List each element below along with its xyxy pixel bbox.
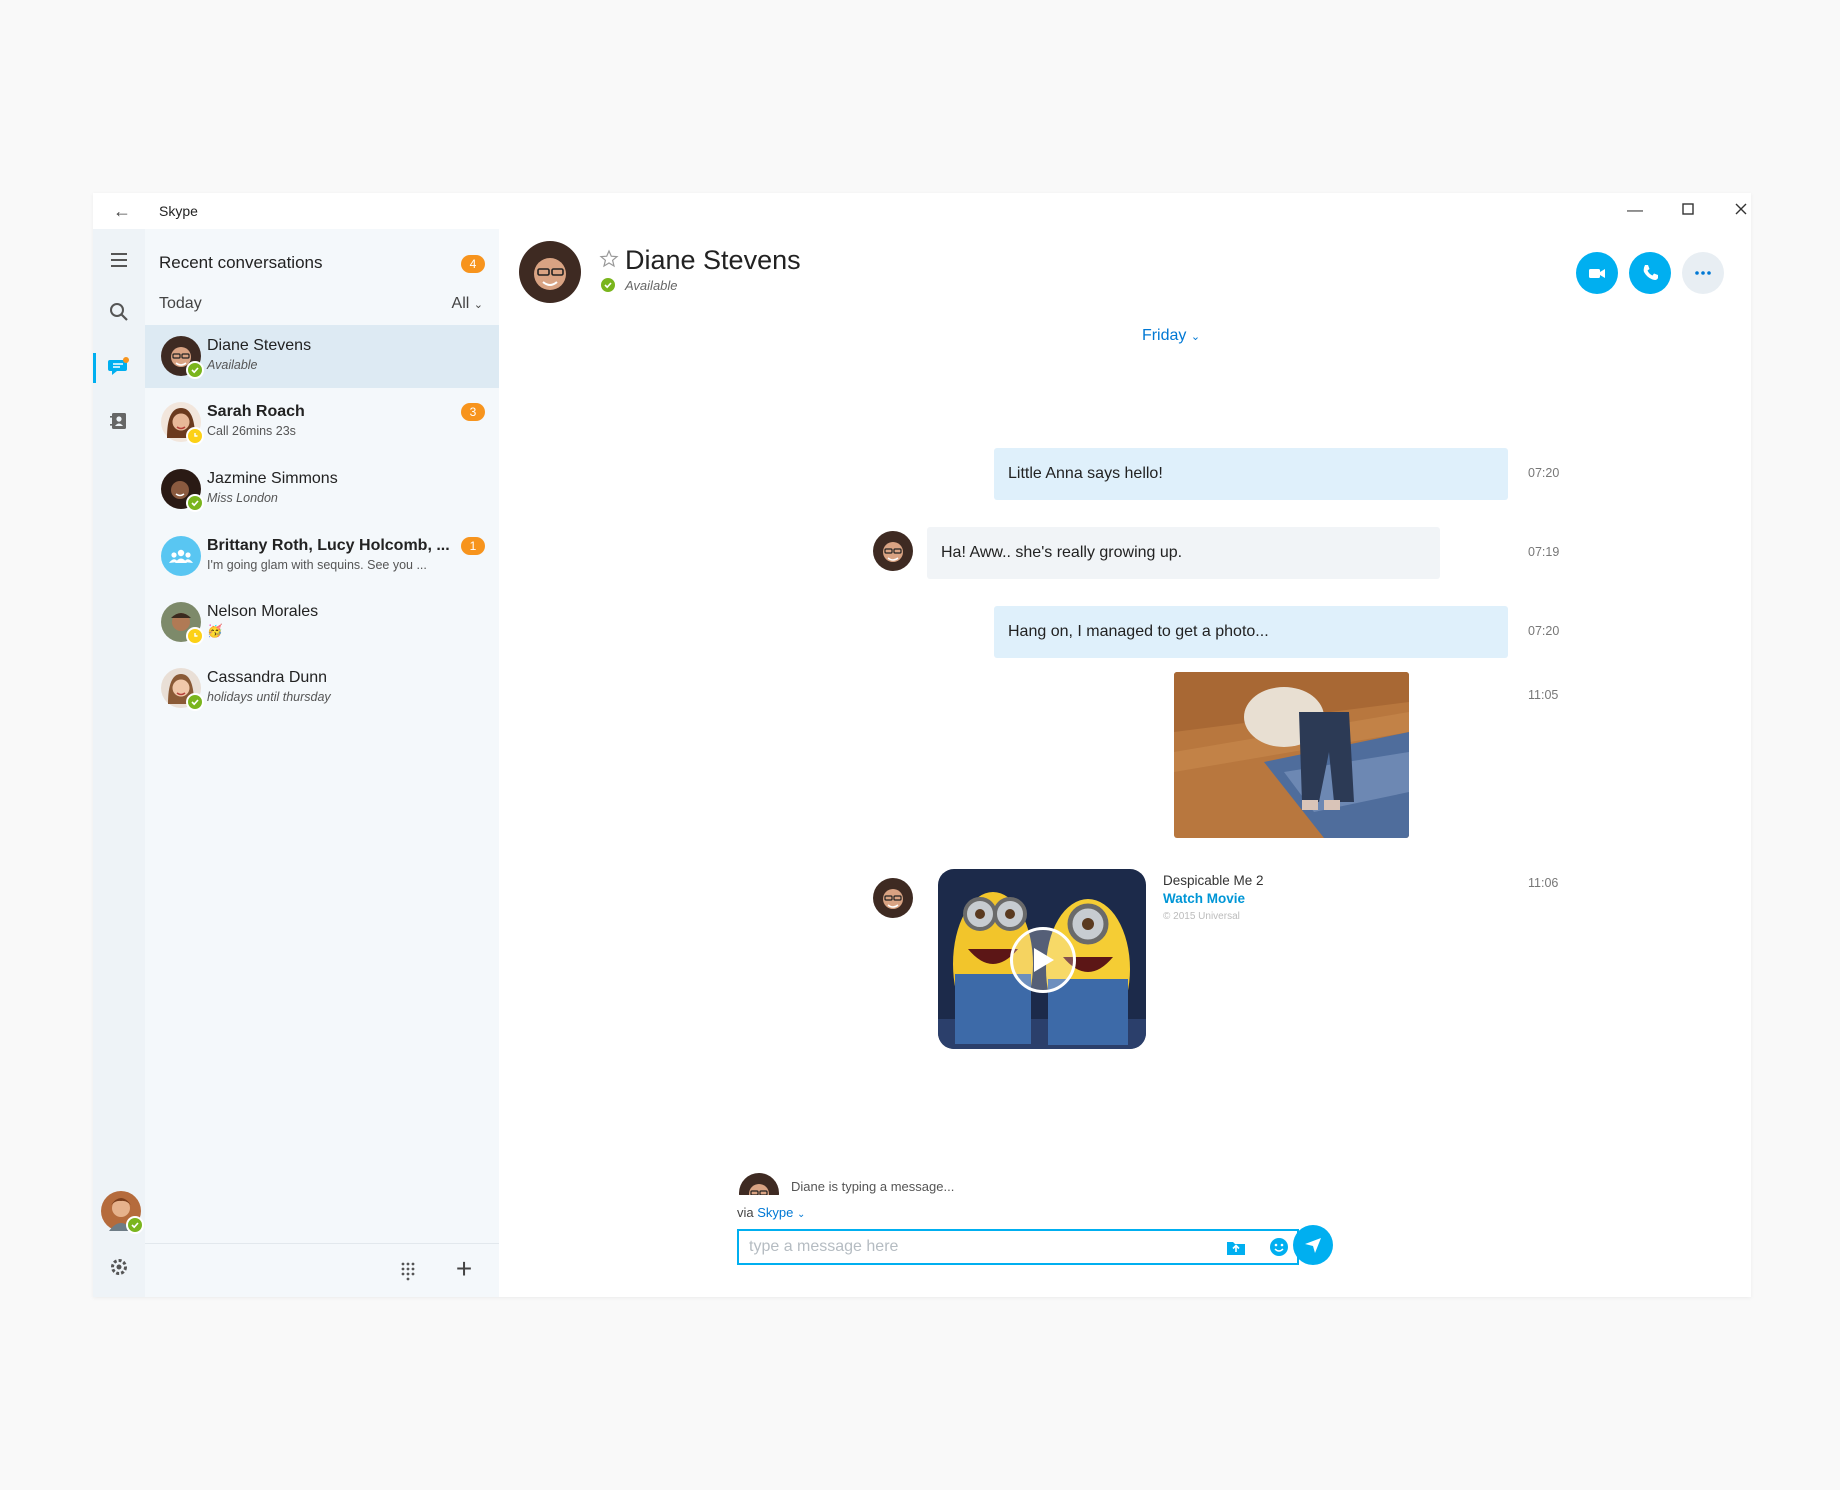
navigation-rail <box>93 229 145 1297</box>
movie-copyright: © 2015 Universal <box>1163 911 1240 922</box>
message-timestamp: 07:19 <box>1528 545 1560 559</box>
filter-label: All <box>451 295 470 312</box>
chevron-down-icon: ⌄ <box>473 299 483 311</box>
unread-count-badge: 4 <box>461 255 485 273</box>
maximize-button[interactable] <box>1668 197 1708 225</box>
conversation-item[interactable]: Brittany Roth, Lucy Holcomb, ... I'm goi… <box>145 525 499 588</box>
conversation-list-panel: Recent conversations 4 Today All ⌄ Diane… <box>145 229 499 1297</box>
message-bubble-sent[interactable]: Little Anna says hello! <box>994 448 1508 500</box>
chat-icon[interactable] <box>93 347 145 387</box>
settings-icon[interactable] <box>93 1249 145 1285</box>
message-timestamp: 11:05 <box>1528 688 1559 702</box>
send-icon <box>1305 1238 1321 1253</box>
via-prefix: via <box>737 1205 754 1220</box>
contacts-icon[interactable] <box>93 401 145 441</box>
video-call-button[interactable] <box>1576 252 1618 294</box>
filter-dropdown[interactable]: All ⌄ <box>452 295 483 313</box>
available-status-icon <box>186 693 204 711</box>
play-icon[interactable] <box>1010 927 1076 993</box>
hamburger-menu-icon[interactable] <box>93 240 145 280</box>
conversation-item[interactable]: Cassandra Dunn holidays until thursday <box>145 657 499 720</box>
sender-avatar <box>873 878 913 918</box>
new-chat-plus-icon[interactable]: + <box>451 1255 477 1283</box>
available-status-icon <box>126 1216 144 1234</box>
message-timestamp: 11:06 <box>1528 876 1559 890</box>
audio-call-button[interactable] <box>1629 252 1671 294</box>
movie-title: Despicable Me 2 <box>1163 873 1264 888</box>
chevron-down-icon: ⌄ <box>1190 331 1201 343</box>
last-message-preview: I'm going glam with sequins. See you ... <box>207 558 427 572</box>
away-status-icon <box>186 627 204 645</box>
message-input[interactable] <box>737 1229 1299 1265</box>
contact-mood: Miss London <box>207 491 278 505</box>
audio-call-icon <box>1643 265 1658 280</box>
group-avatar <box>161 536 201 576</box>
conversation-title: Diane Stevens <box>625 245 801 275</box>
contact-status: Available <box>625 278 678 293</box>
dialpad-icon[interactable] <box>397 1260 419 1282</box>
section-label-today: Today <box>159 295 202 312</box>
group-name: Brittany Roth, Lucy Holcomb, ... <box>207 537 450 554</box>
search-icon[interactable] <box>93 292 145 332</box>
avatar <box>161 336 204 379</box>
conversation-item[interactable]: Jazmine Simmons Miss London <box>145 458 499 521</box>
day-separator[interactable]: Friday ⌄ <box>499 327 1751 345</box>
back-arrow-icon[interactable]: ← <box>109 199 135 223</box>
conversation-list-footer: + <box>145 1243 499 1297</box>
avatar <box>161 469 204 512</box>
available-status-icon <box>186 494 204 512</box>
my-profile-avatar[interactable] <box>101 1191 144 1234</box>
contact-name: Jazmine Simmons <box>207 470 338 487</box>
skype-window: ← Skype — Recent conversations 4 Today A… <box>93 193 1751 1297</box>
available-status-icon <box>186 361 204 379</box>
avatar <box>161 602 204 645</box>
avatar <box>161 668 204 711</box>
more-icon <box>1695 271 1711 275</box>
conversation-item[interactable]: Sarah Roach Call 26mins 23s 3 <box>145 391 499 454</box>
send-button[interactable] <box>1293 1225 1333 1265</box>
send-file-icon[interactable] <box>1224 1235 1248 1259</box>
app-title: Skype <box>159 203 198 219</box>
emoticon-icon[interactable] <box>1267 1235 1291 1259</box>
unread-count-badge: 1 <box>461 537 485 555</box>
favorite-star-icon[interactable] <box>599 249 619 269</box>
chevron-down-icon: ⌄ <box>797 1209 806 1220</box>
conversation-item[interactable]: Diane Stevens Available <box>145 325 499 388</box>
contact-name: Cassandra Dunn <box>207 669 328 686</box>
more-options-button[interactable] <box>1682 252 1724 294</box>
message-bubble-sent[interactable]: Hang on, I managed to get a photo... <box>994 606 1508 658</box>
minimize-button[interactable]: — <box>1615 197 1655 225</box>
via-service-selector[interactable]: via Skype ⌄ <box>737 1205 805 1220</box>
close-button[interactable] <box>1721 197 1761 225</box>
unread-count-badge: 3 <box>461 403 485 421</box>
video-call-icon <box>1589 269 1605 278</box>
conversation-item[interactable]: Nelson Morales 🥳 <box>145 591 499 654</box>
group-icon <box>161 536 201 576</box>
typing-avatar <box>739 1173 779 1195</box>
movie-card-thumbnail[interactable] <box>938 869 1146 1049</box>
via-service-name: Skype <box>757 1205 794 1220</box>
typing-indicator: Diane is typing a message... <box>791 1179 955 1194</box>
avatar <box>161 402 204 445</box>
emoticon-mood: 🥳 <box>207 624 223 638</box>
call-duration: Call 26mins 23s <box>207 424 296 438</box>
away-status-icon <box>186 427 204 445</box>
recent-conversations-heading: Recent conversations <box>159 253 323 272</box>
watch-movie-link[interactable]: Watch Movie <box>1163 891 1245 906</box>
contact-name: Diane Stevens <box>207 337 312 354</box>
contact-mood: Available <box>207 358 258 372</box>
message-timestamp: 07:20 <box>1528 624 1560 638</box>
message-bubble-received[interactable]: Ha! Aww.. she's really growing up. <box>927 527 1440 579</box>
chat-pane: Diane Stevens Available Friday ⌄ Little … <box>499 229 1751 1297</box>
available-status-icon <box>599 276 617 294</box>
sender-avatar <box>873 531 913 571</box>
day-separator-label: Friday <box>1141 327 1187 344</box>
contact-avatar[interactable] <box>519 241 581 303</box>
contact-name: Nelson Morales <box>207 603 319 620</box>
title-bar: ← Skype — <box>93 193 1751 229</box>
contact-mood: holidays until thursday <box>207 690 331 704</box>
contact-name: Sarah Roach <box>207 403 305 420</box>
shared-photo[interactable] <box>1174 672 1409 838</box>
message-timestamp: 07:20 <box>1528 466 1560 480</box>
